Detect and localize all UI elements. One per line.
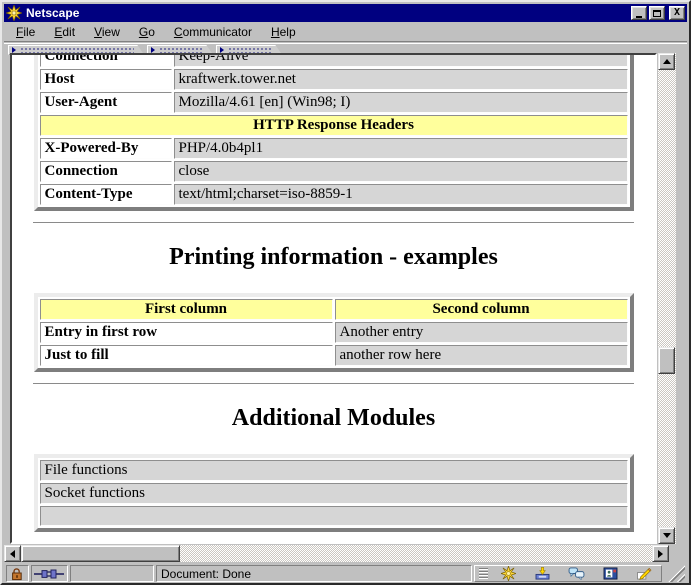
column-header-cell: First column [39, 299, 333, 320]
table-row: Host kraftwerk.tower.net [39, 69, 628, 90]
section-header-cell: HTTP Response Headers [39, 115, 628, 136]
browser-viewport: Connection Keep-Alive Host kraftwerk.tow… [10, 53, 657, 544]
scroll-left-button[interactable] [4, 545, 21, 562]
netscape-window: Netscape X File Edit View Go Communicato… [0, 0, 691, 585]
menu-file[interactable]: File [10, 23, 41, 41]
table-row: Socket functions [39, 483, 628, 504]
document-body: Connection Keep-Alive Host kraftwerk.tow… [12, 55, 655, 532]
maximize-button[interactable] [649, 6, 665, 20]
maximize-icon [653, 9, 661, 17]
table-section-header-row: HTTP Response Headers [39, 115, 628, 136]
arrow-right-icon [658, 549, 663, 558]
header-name-cell: User-Agent [39, 92, 172, 113]
header-name-cell: Connection [39, 55, 172, 67]
table-row: File functions [39, 460, 628, 481]
table-row: Connection close [39, 161, 628, 182]
scroll-up-button[interactable] [658, 53, 675, 70]
header-value-cell: text/html;charset=iso-8859-1 [173, 184, 628, 205]
component-bar-grip[interactable] [478, 567, 488, 580]
header-value-cell: Keep-Alive [173, 55, 628, 67]
menu-help[interactable]: Help [265, 23, 302, 41]
section-divider [33, 383, 634, 385]
online-plug-icon [34, 569, 65, 578]
menu-go[interactable]: Go [133, 23, 161, 41]
http-headers-table: Connection Keep-Alive Host kraftwerk.tow… [33, 55, 634, 211]
vertical-scrollbar-thumb[interactable] [658, 347, 675, 374]
row-label-cell: Entry in first row [39, 322, 333, 343]
vertical-scrollbar[interactable] [658, 53, 676, 544]
component-bar [473, 565, 663, 582]
address-book-icon [603, 567, 618, 580]
header-value-cell: kraftwerk.tower.net [173, 69, 628, 90]
discussions-icon [568, 567, 585, 580]
row-value-cell: another row here [334, 345, 628, 366]
row-label-cell: Just to fill [39, 345, 333, 366]
menubar: File Edit View Go Communicator Help [4, 23, 687, 42]
printing-examples-table: First column Second column Entry in firs… [33, 293, 634, 372]
header-value-cell: close [173, 161, 628, 182]
scroll-right-button[interactable] [652, 545, 669, 562]
row-value-cell: Another entry [334, 322, 628, 343]
table-row: Connection Keep-Alive [39, 55, 628, 67]
minimize-icon [636, 15, 642, 18]
table-row: User-Agent Mozilla/4.61 [en] (Win98; I) [39, 92, 628, 113]
menu-communicator[interactable]: Communicator [168, 23, 258, 41]
table-row: Content-Type text/html;charset=iso-8859-… [39, 184, 628, 205]
scroll-down-button[interactable] [658, 527, 675, 544]
composer-icon [637, 567, 652, 580]
additional-modules-table: File functions Socket functions [33, 454, 634, 532]
window-title: Netscape [26, 6, 80, 20]
column-header-cell: Second column [334, 299, 628, 320]
navigator-icon [500, 566, 516, 581]
statusbar: Document: Done [4, 564, 687, 583]
horizontal-scrollbar-thumb[interactable] [21, 545, 180, 562]
arrow-down-icon [662, 533, 671, 538]
printing-section-title: Printing information - examples [169, 244, 498, 270]
table-row: Just to fill another row here [39, 345, 628, 366]
arrow-left-icon [10, 549, 15, 558]
window-resize-grip[interactable] [664, 565, 685, 582]
header-value-cell: Mozilla/4.61 [en] (Win98; I) [173, 92, 628, 113]
menu-edit[interactable]: Edit [48, 23, 81, 41]
address-book-button[interactable] [597, 566, 623, 581]
inbox-icon [535, 567, 550, 580]
table-row: X-Powered-By PHP/4.0b4pl1 [39, 138, 628, 159]
security-indicator[interactable] [6, 565, 29, 582]
discussions-button[interactable] [563, 566, 589, 581]
section-divider [33, 222, 634, 224]
navigator-button[interactable] [495, 566, 521, 581]
arrow-up-icon [662, 59, 671, 64]
status-message: Document: Done [155, 565, 472, 582]
netscape-logo-icon[interactable] [4, 3, 24, 23]
module-cell: File functions [39, 460, 628, 481]
security-lock-icon [12, 567, 23, 580]
header-name-cell: Host [39, 69, 172, 90]
modules-section-title: Additional Modules [231, 405, 436, 431]
close-button[interactable]: X [669, 6, 685, 20]
module-cell: Socket functions [39, 483, 628, 504]
header-name-cell: Content-Type [39, 184, 172, 205]
menu-view[interactable]: View [88, 23, 126, 41]
inbox-button[interactable] [529, 566, 555, 581]
table-row: Entry in first row Another entry [39, 322, 628, 343]
online-status-indicator[interactable] [30, 565, 68, 582]
close-icon: X [673, 7, 681, 18]
titlebar[interactable]: Netscape X [4, 3, 687, 23]
header-name-cell: Connection [39, 161, 172, 182]
composer-button[interactable] [631, 566, 657, 581]
horizontal-scrollbar[interactable] [4, 545, 669, 562]
header-value-cell: PHP/4.0b4pl1 [173, 138, 628, 159]
module-cell [39, 506, 628, 526]
table-header-row: First column Second column [39, 299, 628, 320]
table-row [39, 506, 628, 526]
header-name-cell: X-Powered-By [39, 138, 172, 159]
progress-bar [69, 565, 154, 582]
minimize-button[interactable] [631, 6, 647, 20]
